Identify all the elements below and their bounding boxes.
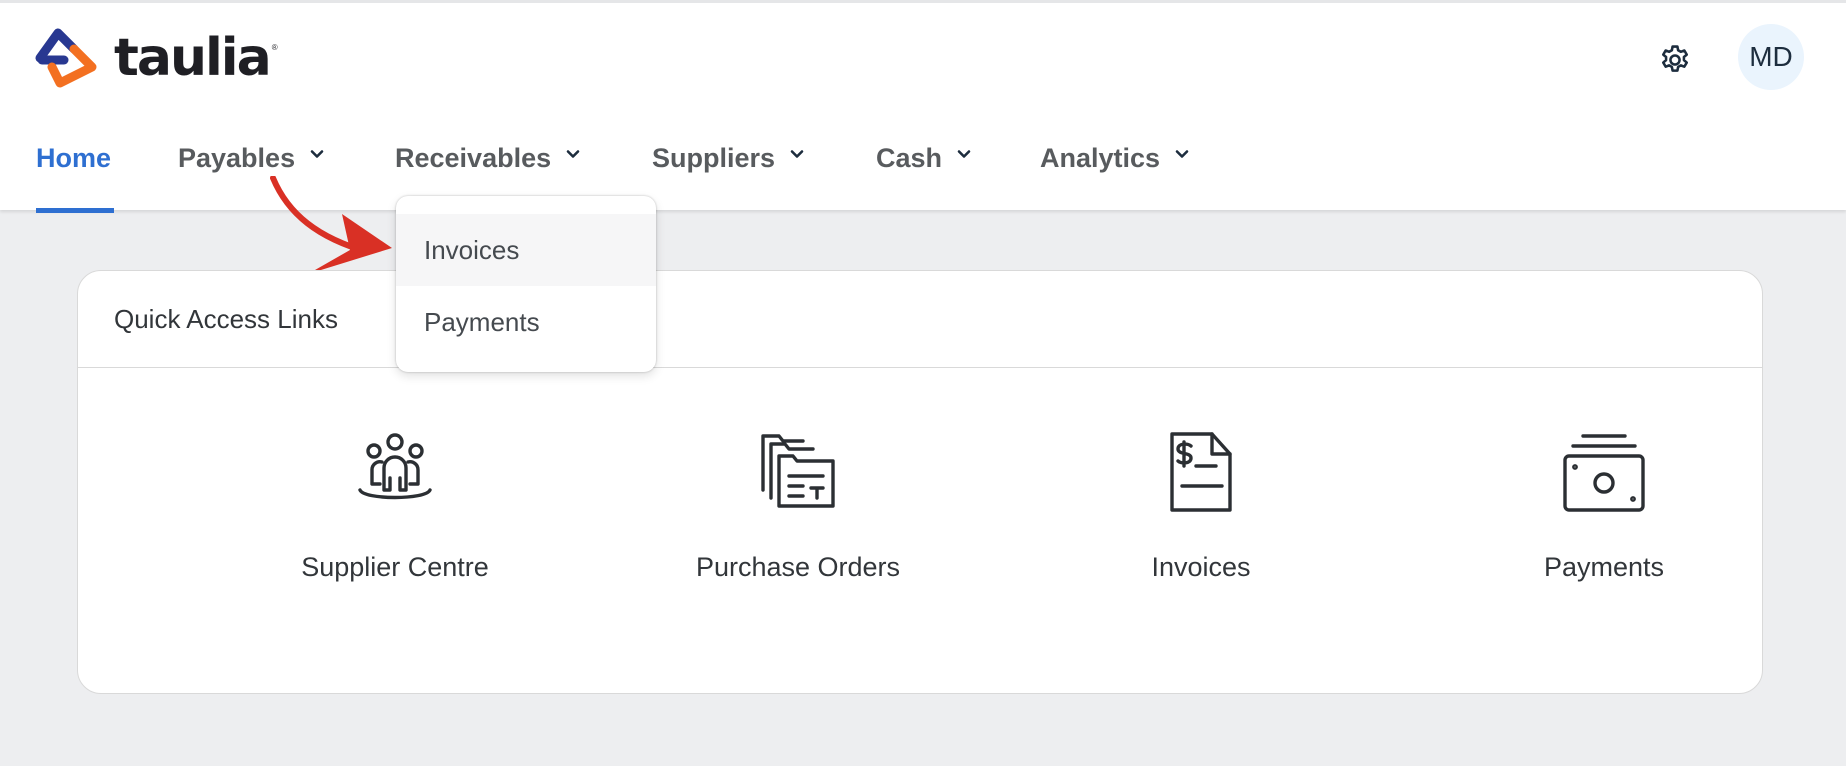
menu-item-payments[interactable]: Payments	[396, 286, 656, 358]
nav-tab-label: Suppliers	[652, 143, 776, 173]
quick-link-payments[interactable]: Payments	[1444, 430, 1764, 583]
quick-link-label: Supplier Centre	[301, 552, 489, 582]
gear-icon	[1661, 45, 1689, 72]
active-tab-indicator	[36, 208, 114, 213]
nav-tab-home[interactable]: Home	[36, 128, 114, 213]
quick-link-label: Purchase Orders	[695, 552, 901, 582]
annotation-arrow-icon	[270, 176, 392, 274]
menu-item-invoices[interactable]: Invoices	[396, 214, 656, 286]
taulia-logo[interactable]: taulia ®	[34, 27, 278, 89]
chevron-down-icon	[1175, 150, 1189, 158]
settings-button[interactable]	[1654, 39, 1696, 81]
nav-tab-label: Home	[36, 143, 112, 173]
nav-tab-label: Payables	[178, 143, 296, 173]
chevron-down-icon	[566, 150, 580, 158]
menu-item-label: Payments	[424, 306, 540, 337]
nav-tab-label: Receivables	[395, 143, 552, 173]
logo-wordmark: taulia	[114, 28, 272, 88]
card-title: Quick Access Links	[114, 303, 338, 334]
purchase-orders-icon	[761, 434, 835, 508]
invoice-dollar-icon	[1170, 432, 1232, 512]
supplier-group-icon	[358, 433, 432, 500]
money-stack-icon	[1563, 434, 1645, 512]
card-header: Quick Access Links	[78, 271, 1762, 368]
quick-link-invoices[interactable]: Invoices	[1041, 430, 1361, 583]
quick-access-card: Quick Access Links Supplier Centre Purch…	[77, 270, 1763, 694]
quick-link-label: Invoices	[1151, 552, 1251, 582]
taulia-logo-icon	[35, 28, 97, 88]
quick-link-label: Payments	[1543, 552, 1665, 582]
quick-links-row: Supplier Centre Purchase Orders Invoices	[78, 368, 1762, 694]
nav-tab-label: Analytics	[1040, 143, 1161, 173]
nav-tab-label: Cash	[876, 143, 943, 173]
chevron-down-icon	[310, 150, 324, 158]
nav-tab-analytics[interactable]: Analytics	[1040, 128, 1190, 213]
nav-tab-cash[interactable]: Cash	[876, 128, 972, 213]
user-avatar[interactable]: MD	[1738, 24, 1804, 90]
receivables-dropdown-menu: Invoices Payments	[396, 196, 656, 372]
quick-link-supplier-centre[interactable]: Supplier Centre	[235, 430, 555, 583]
chevron-down-icon	[957, 150, 971, 158]
menu-item-label: Invoices	[424, 234, 520, 265]
logo-registered-mark: ®	[271, 42, 278, 52]
chevron-down-icon	[790, 150, 804, 158]
quick-link-purchase-orders[interactable]: Purchase Orders	[638, 430, 958, 583]
nav-tab-suppliers[interactable]: Suppliers	[652, 128, 805, 213]
